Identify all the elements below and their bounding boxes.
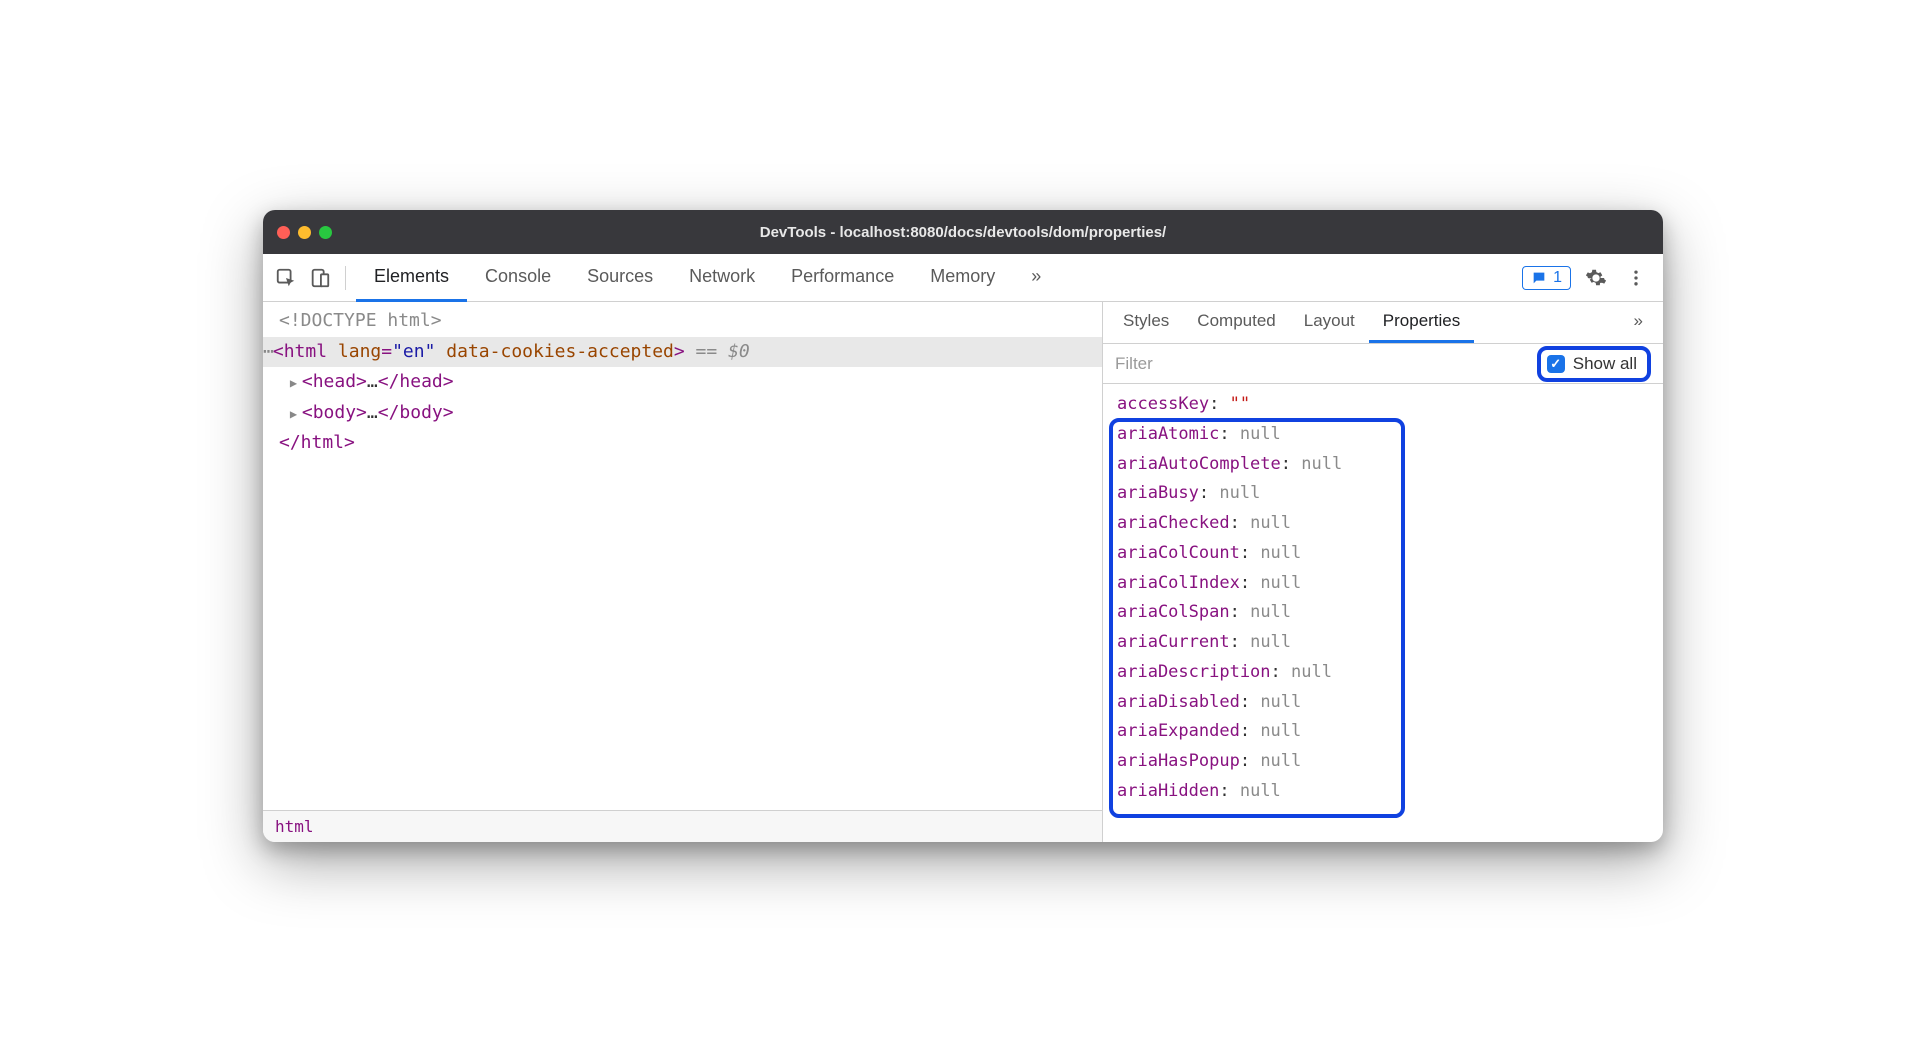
property-row[interactable]: ariaColIndex: null — [1117, 569, 1663, 599]
dom-pane: <!DOCTYPE html> ⋯<html lang="en" data-co… — [263, 302, 1103, 842]
dom-doctype[interactable]: <!DOCTYPE html> — [263, 306, 1102, 337]
property-row[interactable]: ariaCurrent: null — [1117, 628, 1663, 658]
subtab-styles[interactable]: Styles — [1109, 302, 1183, 343]
tab-network[interactable]: Network — [671, 254, 773, 302]
main-toolbar: Elements Console Sources Network Perform… — [263, 254, 1663, 302]
property-row[interactable]: ariaHasPopup: null — [1117, 747, 1663, 777]
close-window-button[interactable] — [277, 226, 290, 239]
property-row[interactable]: ariaDisabled: null — [1117, 688, 1663, 718]
subtabs-overflow-icon[interactable]: » — [1620, 302, 1657, 343]
subtab-layout[interactable]: Layout — [1290, 302, 1369, 343]
window-controls — [277, 226, 332, 239]
tab-sources[interactable]: Sources — [569, 254, 671, 302]
checkbox-checked-icon: ✓ — [1547, 355, 1565, 373]
inspect-element-icon[interactable] — [271, 263, 301, 293]
filter-row: ✓ Show all — [1103, 344, 1663, 384]
subtab-computed[interactable]: Computed — [1183, 302, 1289, 343]
window-title: DevTools - localhost:8080/docs/devtools/… — [263, 224, 1663, 241]
tabs-overflow-icon[interactable]: » — [1013, 254, 1059, 302]
zoom-window-button[interactable] — [319, 226, 332, 239]
toolbar-right: 1 — [1522, 263, 1655, 293]
devtools-window: DevTools - localhost:8080/docs/devtools/… — [263, 210, 1663, 842]
content-area: <!DOCTYPE html> ⋯<html lang="en" data-co… — [263, 302, 1663, 842]
subtab-properties[interactable]: Properties — [1369, 302, 1474, 343]
property-row[interactable]: ariaExpanded: null — [1117, 717, 1663, 747]
show-all-toggle[interactable]: ✓ Show all — [1537, 346, 1651, 382]
tab-memory[interactable]: Memory — [912, 254, 1013, 302]
gear-icon[interactable] — [1581, 263, 1611, 293]
property-row[interactable]: ariaAtomic: null — [1117, 420, 1663, 450]
sidebar-tabs: Styles Computed Layout Properties » — [1103, 302, 1663, 344]
minimize-window-button[interactable] — [298, 226, 311, 239]
property-row[interactable]: ariaDescription: null — [1117, 658, 1663, 688]
dom-node-html-close[interactable]: </html> — [263, 428, 1102, 459]
chat-icon — [1531, 270, 1547, 286]
dom-node-body[interactable]: ▶<body>…</body> — [263, 398, 1102, 429]
issues-count: 1 — [1553, 269, 1562, 287]
property-row[interactable]: ariaHidden: null — [1117, 777, 1663, 807]
property-row[interactable]: ariaChecked: null — [1117, 509, 1663, 539]
dom-node-html[interactable]: ⋯<html lang="en" data-cookies-accepted> … — [263, 337, 1102, 368]
device-toggle-icon[interactable] — [305, 263, 335, 293]
dom-tree[interactable]: <!DOCTYPE html> ⋯<html lang="en" data-co… — [263, 302, 1102, 810]
property-row[interactable]: ariaColCount: null — [1117, 539, 1663, 569]
tab-console[interactable]: Console — [467, 254, 569, 302]
tab-elements[interactable]: Elements — [356, 254, 467, 302]
property-row[interactable]: ariaColSpan: null — [1117, 598, 1663, 628]
breadcrumb[interactable]: html — [263, 810, 1102, 842]
properties-list[interactable]: accessKey: ""ariaAtomic: nullariaAutoCom… — [1103, 384, 1663, 842]
property-row[interactable]: accessKey: "" — [1117, 390, 1663, 420]
dom-node-head[interactable]: ▶<head>…</head> — [263, 367, 1102, 398]
issues-button[interactable]: 1 — [1522, 266, 1571, 290]
show-all-label: Show all — [1573, 354, 1637, 374]
titlebar: DevTools - localhost:8080/docs/devtools/… — [263, 210, 1663, 254]
filter-input[interactable] — [1115, 354, 1527, 374]
kebab-menu-icon[interactable] — [1621, 263, 1651, 293]
main-tabs: Elements Console Sources Network Perform… — [356, 254, 1518, 302]
property-row[interactable]: ariaBusy: null — [1117, 479, 1663, 509]
tab-performance[interactable]: Performance — [773, 254, 912, 302]
property-row[interactable]: ariaAutoComplete: null — [1117, 450, 1663, 480]
divider — [345, 266, 346, 290]
sidebar-pane: Styles Computed Layout Properties » ✓ Sh… — [1103, 302, 1663, 842]
